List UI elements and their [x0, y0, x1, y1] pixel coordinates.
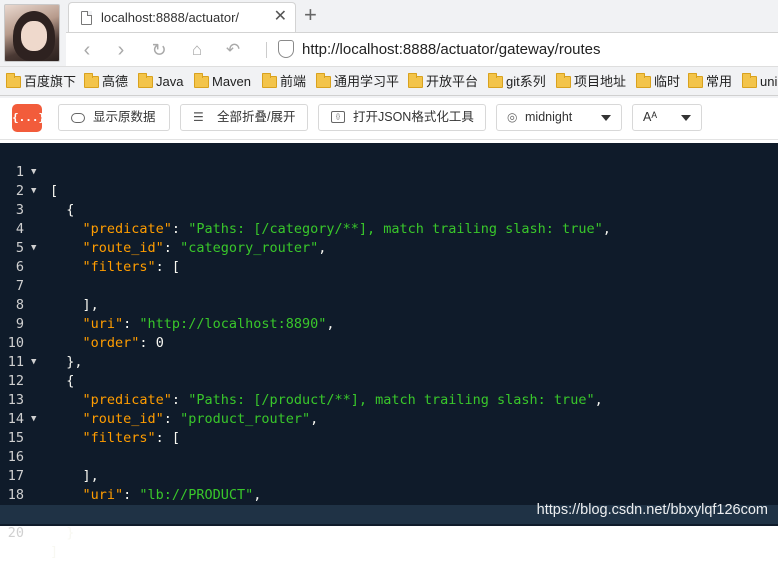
- bookmark-folder[interactable]: 前端: [260, 73, 306, 91]
- code-line: 4 "route_id": "category_router",: [15, 221, 327, 256]
- home-icon[interactable]: ⌂: [184, 37, 210, 63]
- code-line: 16 ],: [7, 449, 99, 484]
- code-line: 9 "order": 0: [15, 316, 164, 351]
- code-line: 8 "uri": "http://localhost:8890",: [15, 297, 335, 332]
- json-file-icon: {}: [331, 111, 345, 123]
- folder-icon: [262, 73, 277, 88]
- back-icon[interactable]: ‹: [74, 37, 100, 63]
- browser-chrome: localhost:8888/actuator/ ✕ + ‹ › ↻ ⌂ ↶ h…: [0, 0, 778, 98]
- bookmark-folder[interactable]: git系列: [486, 73, 546, 91]
- code-line: 18 "order": 0: [7, 487, 164, 522]
- chevron-down-icon: [681, 115, 691, 121]
- bookmark-folder[interactable]: 临时: [634, 73, 680, 91]
- folder-icon: [84, 73, 99, 88]
- open-formatter-button[interactable]: {} 打开JSON格式化工具: [318, 104, 486, 131]
- code-line: 12 "predicate": "Paths: [/product/**], m…: [7, 373, 603, 408]
- profile-avatar[interactable]: [4, 4, 60, 62]
- folder-icon: [408, 73, 423, 88]
- bookmark-folder[interactable]: uni: [740, 73, 777, 91]
- folder-icon: [6, 73, 21, 88]
- reload-icon[interactable]: ↻: [146, 37, 172, 63]
- json-viewer-toolbar: {...} 显示原数据 ☰ 全部折叠/展开 {} 打开JSON格式化工具 ◎ m…: [0, 98, 778, 140]
- browser-tab[interactable]: localhost:8888/actuator/ ✕: [68, 2, 296, 32]
- palette-icon: ◎: [507, 110, 518, 124]
- fold-icon: ☰: [193, 110, 204, 124]
- code-line: 11 ▼ {: [7, 354, 75, 389]
- code-line: 7 ],: [15, 278, 99, 313]
- code-line: 1 ▼ [: [15, 164, 59, 199]
- cloud-icon: [71, 113, 85, 123]
- text-cursor: [58, 544, 60, 560]
- json-viewer-logo[interactable]: {...}: [12, 104, 45, 132]
- code-line: 6: [15, 259, 24, 275]
- json-code-view[interactable]: 1 ▼ [ 2 ▼ { 3 "predicate": "Paths: [/categ…: [0, 143, 778, 560]
- tab-title: localhost:8888/actuator/: [101, 10, 240, 25]
- folder-icon: [742, 73, 757, 88]
- fold-all-button[interactable]: ☰ 全部折叠/展开: [180, 104, 308, 131]
- folder-icon: [194, 73, 209, 88]
- url-input[interactable]: http://localhost:8888/actuator/gateway/r…: [302, 41, 601, 58]
- bookmark-folder[interactable]: 通用学习平: [314, 73, 399, 91]
- show-raw-button[interactable]: 显示原数据: [58, 104, 170, 131]
- page-icon: [81, 11, 92, 25]
- code-line: 5 ▼ "filters": [: [15, 240, 181, 275]
- folder-icon: [556, 73, 571, 88]
- code-line: 15: [7, 430, 24, 446]
- new-tab-button[interactable]: +: [304, 3, 317, 27]
- code-line: 17 "uri": "lb://PRODUCT",: [7, 468, 262, 503]
- shield-icon[interactable]: [278, 40, 294, 58]
- undo-icon[interactable]: ↶: [220, 37, 246, 63]
- watermark: https://blog.csdn.net/bbxylqf126com: [536, 502, 768, 518]
- folder-icon: [636, 73, 651, 88]
- folder-icon: [316, 73, 331, 88]
- code-line: 10 },: [7, 335, 83, 370]
- code-line: 2 ▼ {: [15, 183, 75, 218]
- bookmark-folder[interactable]: Maven: [192, 73, 251, 91]
- forward-icon[interactable]: ›: [108, 37, 134, 63]
- bookmark-folder[interactable]: 高德: [82, 73, 128, 91]
- theme-select[interactable]: ◎ midnight: [496, 104, 622, 131]
- chevron-down-icon: [601, 115, 611, 121]
- font-size-select[interactable]: Aᴬ: [632, 104, 702, 131]
- address-bar: ‹ › ↻ ⌂ ↶ http://localhost:8888/actuator…: [66, 32, 778, 66]
- bookmark-folder[interactable]: 百度旗下: [4, 73, 76, 91]
- code-line: 3 "predicate": "Paths: [/category/**], m…: [15, 202, 611, 237]
- folder-icon: [138, 73, 153, 88]
- bookmark-folder[interactable]: 项目地址: [554, 73, 626, 91]
- bookmark-folder[interactable]: Java: [136, 73, 183, 91]
- bookmarks-bar: 百度旗下 高德 Java Maven 前端 通用学习平 开放平台 git系列 项…: [0, 66, 778, 96]
- avatar-face: [21, 21, 47, 51]
- folder-icon: [488, 73, 503, 88]
- code-line: 14 ▼ "filters": [: [7, 411, 181, 446]
- bookmark-folder[interactable]: 开放平台: [406, 73, 478, 91]
- close-tab-icon[interactable]: ✕: [274, 8, 287, 26]
- divider: [266, 42, 267, 58]
- folder-icon: [688, 73, 703, 88]
- bookmark-folder[interactable]: 常用: [686, 73, 732, 91]
- code-line: 13 "route_id": "product_router",: [7, 392, 319, 427]
